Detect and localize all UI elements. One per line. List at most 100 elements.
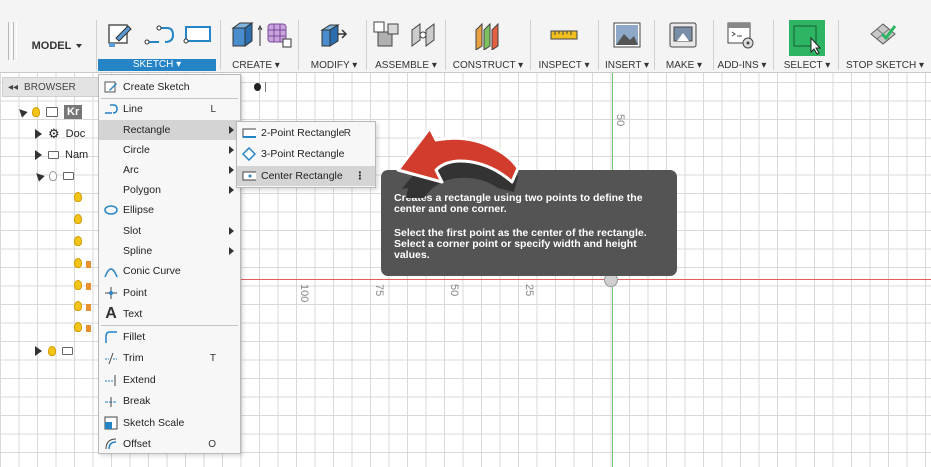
sketch-rectangle-icon[interactable] — [183, 20, 213, 48]
sketch-scale-icon — [104, 416, 118, 430]
menu-item-line[interactable]: Line L — [99, 99, 240, 119]
workspace-label: MODEL — [31, 40, 72, 52]
bulb-icon[interactable] — [74, 214, 82, 224]
ruler-label: 50 — [448, 284, 460, 297]
joint-icon[interactable] — [408, 20, 438, 50]
menu-item-rectangle[interactable]: Rectangle — [99, 120, 240, 140]
submenu-arrow-icon — [229, 146, 234, 154]
select-icon[interactable] — [789, 20, 825, 56]
menu-item-point[interactable]: Point — [99, 283, 240, 303]
expand-icon[interactable] — [16, 106, 28, 118]
menu-item-text[interactable]: A Text — [99, 304, 240, 324]
offset-icon — [104, 437, 118, 451]
point-icon — [104, 286, 118, 300]
expand-icon[interactable] — [33, 170, 45, 182]
insert-image-icon[interactable] — [612, 20, 642, 50]
ruler-label: 100 — [298, 284, 310, 303]
plane-icon — [86, 325, 91, 332]
trim-icon — [104, 351, 118, 365]
stop-sketch-icon[interactable] — [868, 20, 898, 50]
sketch-dropdown-menu: Create Sketch Line L Rectangle Circle Ar… — [98, 74, 241, 454]
bulb-icon[interactable] — [74, 236, 82, 246]
menu-item-ellipse[interactable]: Ellipse — [99, 200, 240, 220]
construct-group-menu[interactable]: CONSTRUCT ▾ — [450, 60, 526, 72]
gear-icon: ⚙ — [48, 126, 60, 141]
menu-item-conic-curve[interactable]: Conic Curve — [99, 261, 240, 281]
bulb-icon[interactable] — [74, 280, 82, 290]
workspace-switcher[interactable]: MODEL — [18, 32, 96, 60]
submenu-arrow-icon — [229, 227, 234, 235]
visibility-bulb-icon[interactable] — [49, 171, 57, 181]
more-options-icon[interactable]: ⋮ — [355, 170, 366, 182]
folder-icon — [63, 172, 74, 180]
create-sketch-icon[interactable] — [106, 20, 134, 48]
browser-header-controls[interactable] — [254, 80, 266, 94]
ruler-label: 50 — [614, 114, 626, 127]
tooltip-instructions: Select the first point as the center of … — [394, 227, 647, 261]
offset-plane-icon[interactable] — [472, 20, 504, 50]
visibility-bulb-icon[interactable] — [32, 107, 40, 117]
plane-icon — [86, 261, 91, 268]
chevron-down-icon — [76, 44, 83, 48]
sketch-line-icon[interactable] — [143, 20, 177, 48]
expand-icon[interactable] — [35, 129, 42, 139]
tree-row-origin[interactable] — [33, 167, 74, 185]
inspect-group-menu[interactable]: INSPECT ▾ — [535, 60, 593, 72]
bulb-icon[interactable] — [74, 322, 82, 332]
folder-icon — [62, 347, 73, 355]
select-group-menu[interactable]: SELECT ▾ — [777, 60, 837, 72]
menu-item-center-rectangle[interactable]: Center Rectangle ⋮ — [237, 166, 375, 186]
menu-item-trim[interactable]: Trim T — [99, 348, 240, 368]
tree-row-sketches[interactable] — [35, 342, 73, 360]
collapse-icon[interactable]: ◂◂ — [8, 82, 18, 93]
tree-row-doc-settings[interactable]: ⚙ Doc — [35, 125, 85, 143]
menu-item-arc[interactable]: Arc — [99, 160, 240, 180]
menu-item-spline[interactable]: Spline — [99, 241, 240, 261]
tree-row-document[interactable]: Kr — [16, 103, 83, 121]
press-pull-icon[interactable] — [318, 20, 348, 50]
fillet-icon — [104, 330, 118, 344]
conic-curve-icon — [104, 264, 118, 278]
visibility-bulb-icon[interactable] — [48, 346, 56, 356]
create-group-menu[interactable]: CREATE ▾ — [226, 60, 286, 72]
expand-icon[interactable] — [35, 346, 42, 356]
menu-item-extend[interactable]: Extend — [99, 370, 240, 390]
submenu-arrow-icon — [229, 166, 234, 174]
menu-item-slot[interactable]: Slot — [99, 221, 240, 241]
3d-print-icon[interactable] — [668, 20, 698, 50]
menu-item-circle[interactable]: Circle — [99, 140, 240, 160]
menu-item-polygon[interactable]: Polygon — [99, 180, 240, 200]
minus-circle-icon[interactable] — [254, 83, 262, 91]
expand-icon[interactable] — [35, 150, 42, 160]
bulb-icon[interactable] — [74, 258, 82, 268]
tree-row-named-views[interactable]: Nam — [35, 146, 88, 164]
tree-row-label: Doc — [65, 128, 86, 140]
menu-item-create-sketch[interactable]: Create Sketch — [99, 77, 240, 97]
text-icon: A — [105, 305, 117, 322]
bulb-icon[interactable] — [74, 301, 82, 311]
document-name[interactable]: Kr — [64, 105, 83, 119]
toolbar-grip[interactable] — [8, 22, 12, 60]
submenu-arrow-icon — [229, 247, 234, 255]
menu-item-sketch-scale[interactable]: Sketch Scale — [99, 413, 240, 433]
ruler-label: 75 — [373, 284, 385, 297]
bulb-icon[interactable] — [74, 192, 82, 202]
add-ins-group-menu[interactable]: ADD-INS ▾ — [716, 60, 768, 72]
menu-item-break[interactable]: Break — [99, 391, 240, 411]
extrude-icon[interactable] — [228, 20, 256, 50]
modify-group-menu[interactable]: MODIFY ▾ — [302, 60, 366, 72]
menu-item-offset[interactable]: Offset O — [99, 434, 240, 454]
new-component-icon[interactable] — [372, 20, 402, 50]
assemble-group-menu[interactable]: ASSEMBLE ▾ — [370, 60, 442, 72]
annotation-arrow-icon — [396, 126, 520, 198]
insert-group-menu[interactable]: INSERT ▾ — [603, 60, 651, 72]
menu-item-fillet[interactable]: Fillet — [99, 327, 240, 347]
create-form-icon[interactable] — [258, 20, 294, 50]
menu-item-2-point-rectangle[interactable]: 2-Point Rectangle R — [237, 123, 375, 143]
menu-item-3-point-rectangle[interactable]: 3-Point Rectangle — [237, 144, 375, 164]
sketch-group-menu[interactable]: SKETCH ▾ — [98, 59, 216, 71]
scripts-addins-icon[interactable] — [726, 20, 756, 50]
stop-sketch-button[interactable]: STOP SKETCH ▾ — [843, 60, 927, 72]
make-group-menu[interactable]: MAKE ▾ — [659, 60, 709, 72]
measure-icon[interactable] — [548, 20, 580, 48]
